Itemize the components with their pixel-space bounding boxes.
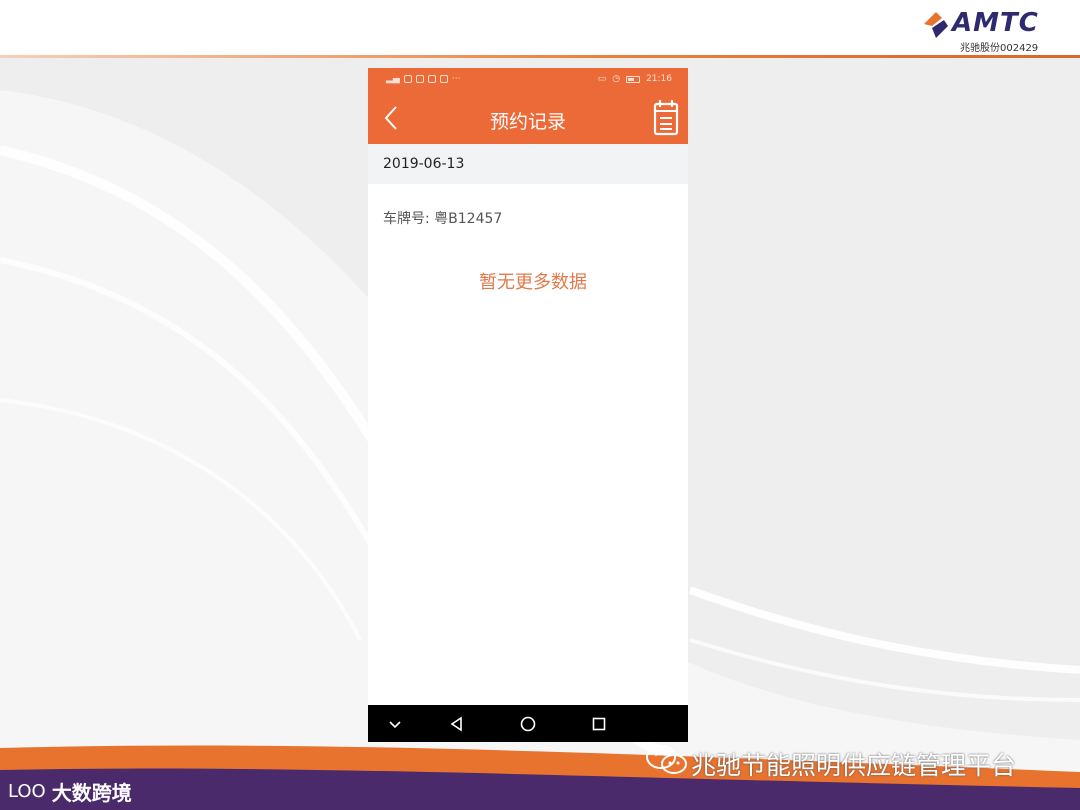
- app-notification-icon: [415, 75, 424, 83]
- status-icons-right: ▭ ◷ 21:16: [598, 74, 672, 84]
- page-title: 预约记录: [489, 111, 566, 133]
- hd-icon: ▭: [597, 74, 607, 84]
- plate-label: 车牌号:: [383, 211, 430, 227]
- triangle-back-icon[interactable]: [447, 714, 467, 734]
- alarm-icon: ◷: [612, 74, 621, 84]
- status-icons-left: ▂▄ ···: [386, 74, 460, 84]
- brand-mark: LOO: [8, 780, 46, 802]
- header-divider: [0, 55, 1080, 58]
- logo-text: AMTC: [952, 8, 1039, 38]
- plate-number-row[interactable]: 车牌号: 粤B12457: [383, 208, 502, 228]
- wechat-icon: [646, 745, 687, 774]
- app-notification-icon: [403, 75, 412, 83]
- status-time: 21:16: [646, 74, 672, 84]
- square-recent-icon[interactable]: [589, 714, 609, 734]
- circle-home-icon[interactable]: [518, 714, 538, 734]
- record-date: 2019-06-13: [383, 156, 465, 172]
- more-notifications-icon: ···: [451, 74, 461, 84]
- brand-watermark: LOO 大数跨境: [8, 775, 132, 807]
- brand-name: 大数跨境: [51, 780, 132, 805]
- battery-icon: [626, 75, 641, 83]
- date-section-header: 2019-06-13: [368, 144, 688, 184]
- app-header: 预约记录: [368, 92, 688, 144]
- signal-icon: ▂▄: [386, 74, 400, 84]
- plate-value: 粤B12457: [434, 211, 503, 227]
- android-nav-bar: [368, 705, 688, 742]
- amtc-logo: AMTC 兆驰股份002429: [918, 6, 1068, 54]
- app-notification-icon: [439, 75, 448, 83]
- chevron-down-icon[interactable]: [385, 714, 405, 734]
- amtc-logo-icon: [924, 12, 948, 38]
- phone-screen: ▂▄ ··· ▭ ◷ 21:16 预约记录 2019-06-13 车牌号: 粤B…: [368, 68, 688, 742]
- calendar-list-icon[interactable]: [652, 98, 680, 138]
- logo-subtitle: 兆驰股份002429: [960, 43, 1039, 54]
- platform-name: 兆驰节能照明供应链管理平台: [691, 751, 1017, 780]
- status-bar: ▂▄ ··· ▭ ◷ 21:16: [368, 68, 688, 92]
- app-notification-icon: [427, 75, 436, 83]
- empty-state-message: 暂无更多数据: [479, 272, 587, 293]
